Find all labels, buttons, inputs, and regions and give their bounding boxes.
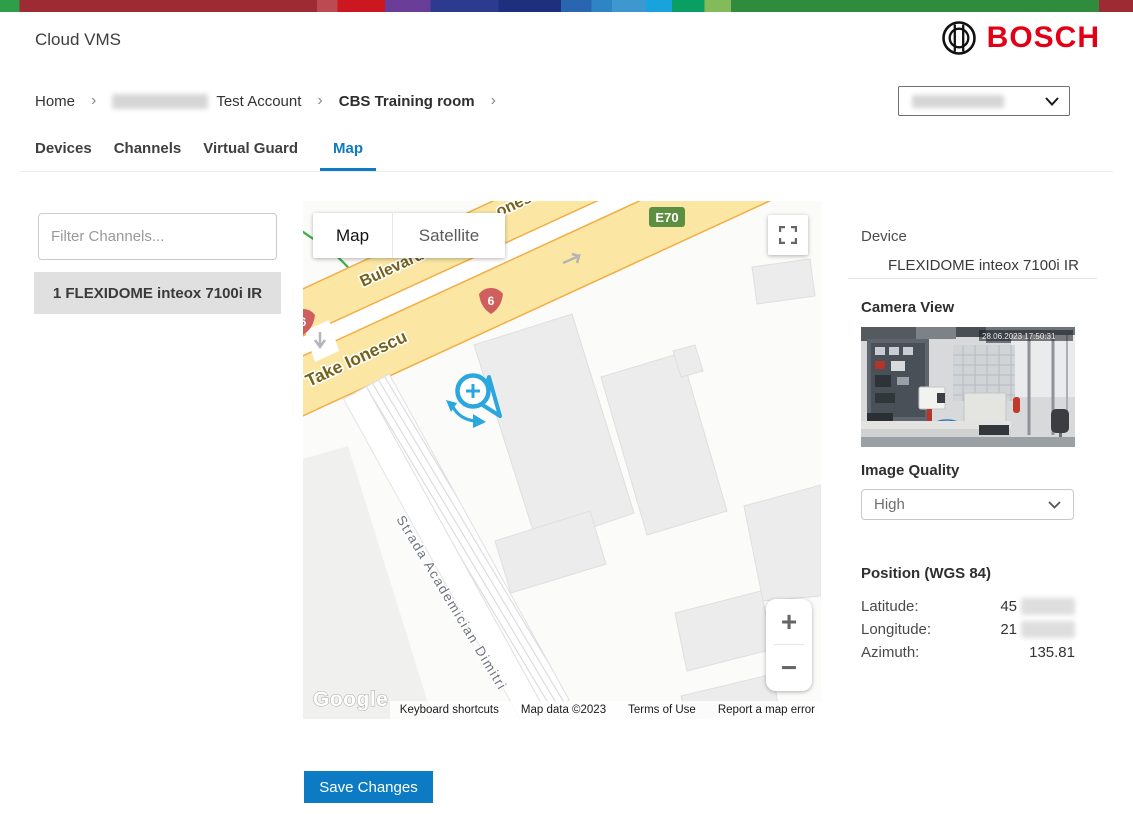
active-tab-indicator <box>320 168 376 171</box>
breadcrumb-account[interactable]: Test Account <box>216 93 301 110</box>
longitude-value: 21 <box>1000 621 1017 638</box>
tab-map-label: Map <box>333 140 363 157</box>
chevron-right-icon: › <box>483 92 504 110</box>
redacted-latitude <box>1021 598 1075 615</box>
map-canvas[interactable]: Bulevard onesc Take Ionescu Strada Acade… <box>303 201 821 719</box>
fullscreen-button[interactable] <box>768 215 808 255</box>
google-logo[interactable]: Google <box>313 688 388 711</box>
azimuth-value: 135.81 <box>1029 644 1075 661</box>
channel-list-item[interactable]: 1 FLEXIDOME inteox 7100i IR <box>34 272 281 314</box>
map-type-map-button[interactable]: Map <box>313 213 393 258</box>
breadcrumb: Home › Test Account › CBS Training room … <box>35 92 504 110</box>
image-quality-label: Image Quality <box>861 462 959 479</box>
zoom-out-button[interactable]: − <box>766 645 812 690</box>
zoom-in-button[interactable]: + <box>766 599 812 644</box>
camera-view-label: Camera View <box>861 299 954 316</box>
fullscreen-icon <box>779 226 797 244</box>
svg-text:6: 6 <box>303 315 307 329</box>
longitude-label: Longitude: <box>861 621 931 638</box>
azimuth-row: Azimuth: 135.81 <box>861 641 1075 664</box>
device-name: FLEXIDOME inteox 7100i IR <box>888 257 1079 274</box>
report-map-error-link[interactable]: Report a map error <box>718 704 815 716</box>
save-changes-button[interactable]: Save Changes <box>304 771 433 803</box>
redacted-selected-site <box>912 95 1004 108</box>
bosch-supergraphic-strip <box>0 0 1133 12</box>
tab-devices[interactable]: Devices <box>35 138 92 170</box>
redacted-account-id <box>112 94 208 109</box>
app-title: Cloud VMS <box>35 30 121 50</box>
map-type-satellite-button[interactable]: Satellite <box>393 213 505 258</box>
tab-map[interactable]: Map <box>320 138 376 170</box>
map-attribution-bar: Keyboard shortcuts Map data ©2023 Terms … <box>390 701 821 719</box>
panel-divider <box>848 278 1097 279</box>
chevron-right-icon: › <box>309 92 330 110</box>
device-label: Device <box>861 228 907 245</box>
longitude-row: Longitude: 21 <box>861 618 1075 641</box>
terms-of-use-link[interactable]: Terms of Use <box>628 704 696 716</box>
svg-text:E70: E70 <box>655 210 678 225</box>
tab-virtual-guard[interactable]: Virtual Guard <box>203 138 298 170</box>
position-label: Position (WGS 84) <box>861 565 991 582</box>
chevron-right-icon: › <box>83 92 104 110</box>
position-rows: Latitude: 45 Longitude: 21 Azimuth: 135.… <box>861 595 1075 664</box>
chevron-down-icon <box>1048 501 1061 509</box>
map-type-control: Map Satellite <box>313 213 505 258</box>
camera-view-thumbnail: 28.06.2023 17:50:31 <box>861 327 1075 447</box>
cloud-vms-page: Cloud VMS BOSCH Home › Test Account › CB… <box>0 0 1133 819</box>
latitude-label: Latitude: <box>861 598 919 615</box>
tab-bar: Devices Channels Virtual Guard Map <box>20 138 1113 172</box>
breadcrumb-room[interactable]: CBS Training room <box>339 93 475 110</box>
redacted-longitude <box>1021 621 1075 638</box>
map-graphics: Bulevard onesc Take Ionescu Strada Acade… <box>303 201 821 719</box>
keyboard-shortcuts-link[interactable]: Keyboard shortcuts <box>400 704 499 716</box>
map-data-label: Map data ©2023 <box>521 704 606 716</box>
bosch-wordmark: BOSCH <box>987 21 1100 55</box>
map-zoom-control: + − <box>766 599 812 691</box>
bosch-logo: BOSCH <box>941 20 1100 56</box>
breadcrumb-home[interactable]: Home <box>35 93 75 110</box>
camera-snapshot: 28.06.2023 17:50:31 <box>861 327 1075 447</box>
filter-channels-input[interactable] <box>38 213 277 260</box>
site-selector-dropdown[interactable] <box>898 86 1070 116</box>
bosch-symbol-icon <box>941 20 977 56</box>
image-quality-value: High <box>874 496 905 513</box>
latitude-value: 45 <box>1000 598 1017 615</box>
tab-channels[interactable]: Channels <box>114 138 182 170</box>
route-badge-e70: E70 <box>649 207 685 227</box>
azimuth-label: Azimuth: <box>861 644 919 661</box>
svg-text:6: 6 <box>488 294 495 308</box>
latitude-row: Latitude: 45 <box>861 595 1075 618</box>
image-quality-dropdown[interactable]: High <box>861 489 1074 520</box>
camera-timestamp: 28.06.2023 17:50:31 <box>982 332 1056 341</box>
chevron-down-icon <box>1045 97 1059 106</box>
